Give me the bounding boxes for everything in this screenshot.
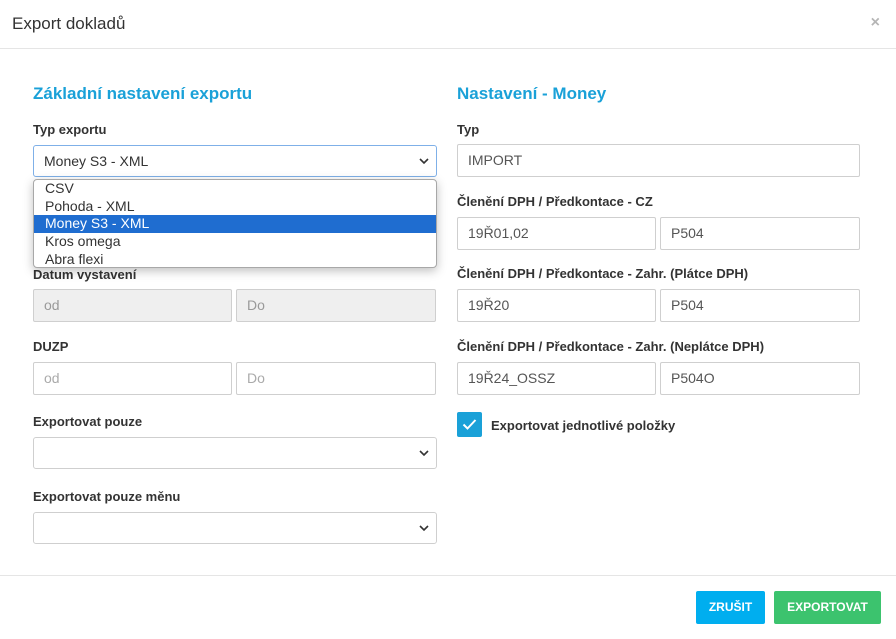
export-type-select[interactable]: Money S3 - XML: [33, 145, 437, 177]
duzp-label: DUZP: [33, 339, 69, 354]
checkmark-icon: [462, 419, 477, 430]
vat-foreign-payer-input[interactable]: 19Ř20: [457, 289, 656, 322]
dropdown-option-kros[interactable]: Kros omega: [34, 233, 436, 251]
export-items-checkbox[interactable]: [457, 412, 482, 437]
section-title-money: Nastavení - Money: [457, 84, 607, 103]
modal-header: Export dokladů ×: [0, 0, 896, 49]
export-type-dropdown: CSV Pohoda - XML Money S3 - XML Kros ome…: [33, 179, 437, 268]
vat-cz-label: Členění DPH / Předkontace - CZ: [457, 194, 653, 209]
vat-foreign-nonpayer-label: Členění DPH / Předkontace - Zahr. (Neplá…: [457, 339, 765, 354]
dropdown-option-money-s3[interactable]: Money S3 - XML: [34, 215, 436, 234]
export-currency-label: Exportovat pouze měnu: [33, 489, 181, 504]
duzp-from-input[interactable]: od: [33, 362, 232, 395]
export-items-label: Exportovat jednotlivé položky: [491, 418, 676, 433]
modal-title: Export dokladů: [12, 14, 126, 33]
vat-cz-input[interactable]: 19Ř01,02: [457, 217, 656, 250]
dropdown-option-abra[interactable]: Abra flexi: [34, 251, 436, 267]
cancel-button[interactable]: ZRUŠIT: [696, 591, 765, 624]
export-button[interactable]: EXPORTOVAT: [774, 591, 881, 624]
export-currency-select[interactable]: [33, 512, 437, 544]
type-input[interactable]: IMPORT: [457, 144, 860, 177]
chevron-down-icon: [419, 158, 429, 165]
issue-date-to-input[interactable]: Do: [236, 289, 436, 322]
issue-date-label: Datum vystavení: [33, 267, 137, 282]
section-title-basic: Základní nastavení exportu: [33, 84, 253, 103]
precontact-cz-input[interactable]: P504: [660, 217, 860, 250]
type-label: Typ: [457, 122, 480, 137]
dropdown-option-pohoda[interactable]: Pohoda - XML: [34, 198, 436, 216]
export-only-select[interactable]: [33, 437, 437, 469]
chevron-down-icon: [419, 525, 429, 532]
chevron-down-icon: [419, 450, 429, 457]
duzp-to-input[interactable]: Do: [236, 362, 436, 395]
vat-foreign-payer-label: Členění DPH / Předkontace - Zahr. (Plátc…: [457, 266, 749, 281]
export-type-label: Typ exportu: [33, 122, 107, 137]
close-icon[interactable]: ×: [871, 15, 880, 31]
precontact-foreign-nonpayer-input[interactable]: P504O: [660, 362, 860, 395]
export-type-value: Money S3 - XML: [44, 153, 149, 169]
issue-date-from-input[interactable]: od: [33, 289, 232, 322]
export-only-label: Exportovat pouze: [33, 414, 143, 429]
vat-foreign-nonpayer-input[interactable]: 19Ř24_OSSZ: [457, 362, 656, 395]
dropdown-option-csv[interactable]: CSV: [34, 180, 436, 198]
precontact-foreign-payer-input[interactable]: P504: [660, 289, 860, 322]
